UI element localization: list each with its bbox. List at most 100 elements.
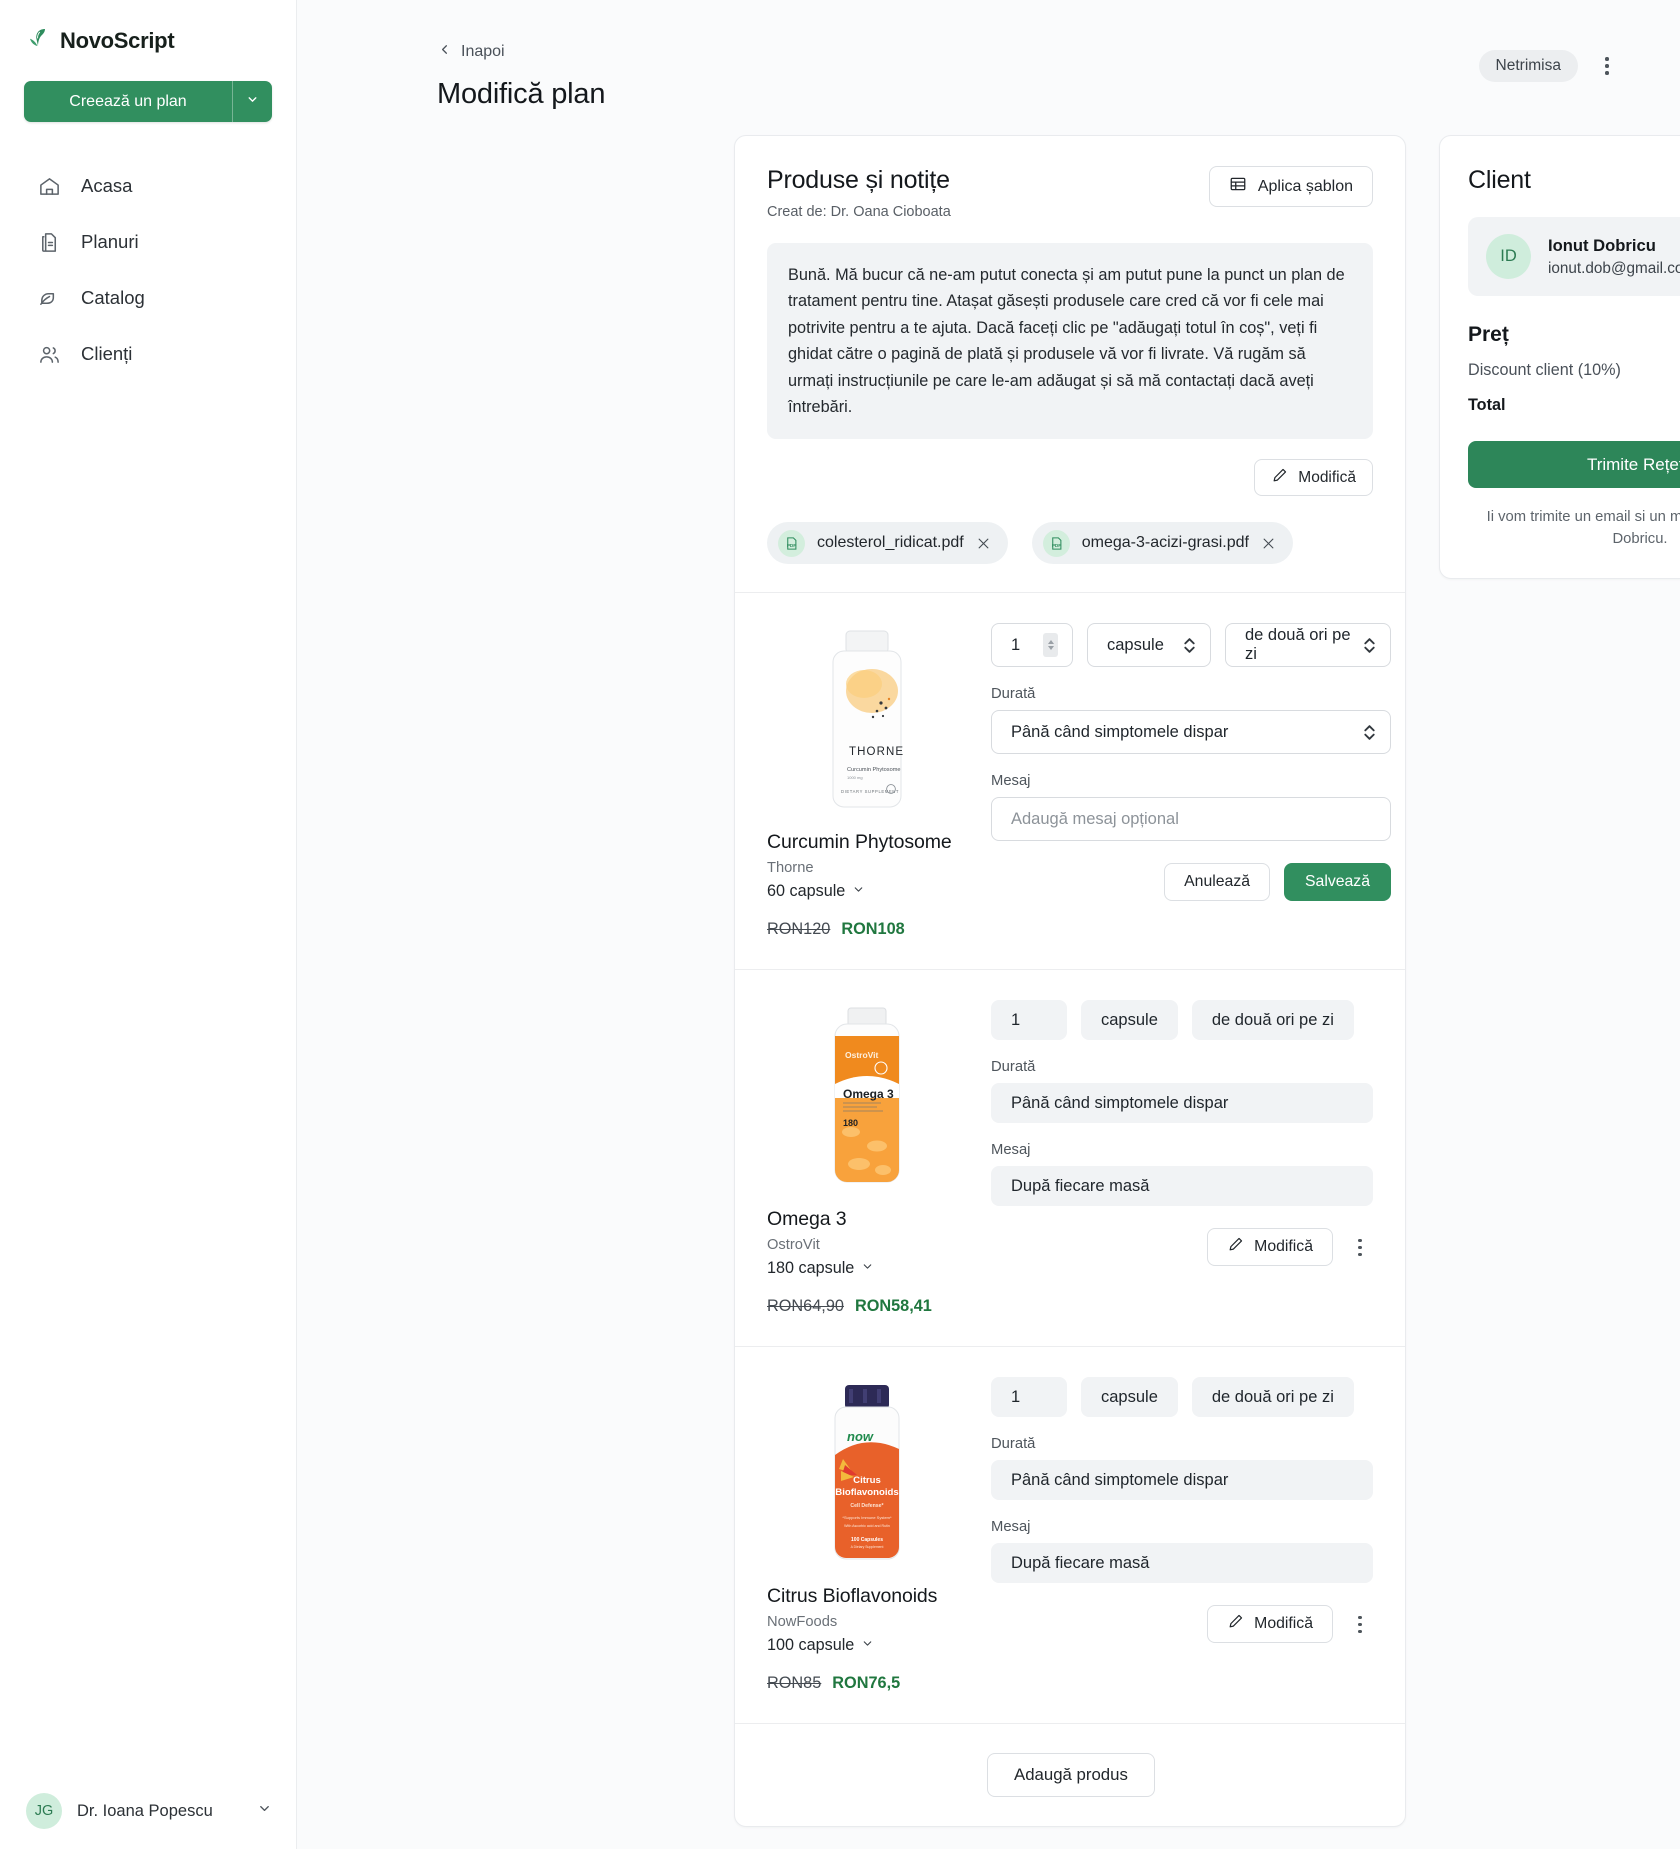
product-dosage-form: 1 capsule de două ori pe zi Durată Până … [991, 623, 1391, 939]
duration-label: Durată [991, 1436, 1036, 1453]
product-dosage-form: 1 capsule de două ori pe zi Durată Până … [991, 1000, 1373, 1316]
table-icon [1229, 175, 1247, 198]
brand: NovoScript [0, 0, 296, 55]
edit-notes-button[interactable]: Modifică [1254, 459, 1373, 497]
discount-label: Discount client (10%) [1468, 361, 1621, 379]
sidebar-item-clienti[interactable]: Clienți [0, 326, 296, 382]
price-discounted: RON108 [841, 920, 905, 939]
notes-header: Produse și notițe Creat de: Dr. Oana Cio… [767, 166, 1373, 220]
attachment-chip[interactable]: PDF colesterol_ridicat.pdf [767, 522, 1008, 565]
send-prescription-button[interactable]: Trimite Rețeta [1468, 441, 1680, 488]
cancel-button[interactable]: Anulează [1164, 863, 1270, 902]
add-product-section: Adaugă produs [735, 1724, 1405, 1826]
create-plan-group: Creează un plan [24, 81, 272, 122]
product-size-selector[interactable]: 180 capsule [767, 1259, 967, 1278]
apply-template-button[interactable]: Aplica șablon [1208, 166, 1373, 207]
notes-created-by: Creat de: Dr. Oana Cioboata [767, 204, 951, 220]
notes-section: Produse și notițe Creat de: Dr. Oana Cio… [735, 136, 1405, 594]
page-title: Modifică plan [437, 78, 606, 110]
product-info: THORNE Curcumin Phytosome 1000 mg DIETAR… [767, 623, 967, 939]
product-info: OstroVit Omega 3 180 Omega 3 OstroVit 18… [767, 1000, 967, 1316]
frequency-select[interactable]: de două ori pe zi [1225, 623, 1391, 668]
svg-text:A Dietary Supplement: A Dietary Supplement [851, 1545, 884, 1549]
sidebar-nav: Acasa Planuri Catalog Clienți [0, 158, 296, 382]
product-image: THORNE Curcumin Phytosome 1000 mg DIETAR… [767, 623, 967, 811]
product-image: OstroVit Omega 3 180 [767, 1000, 967, 1188]
chevron-down-icon [861, 1636, 874, 1655]
edit-product-label: Modifică [1254, 1238, 1313, 1256]
quantity-value: 1 [1011, 1387, 1021, 1406]
back-link[interactable]: Inapoi [437, 42, 1479, 62]
duration-select[interactable]: Până când simptomele dispar [991, 710, 1391, 755]
edit-product-button[interactable]: Modifică [1207, 1605, 1333, 1644]
sidebar-item-planuri[interactable]: Planuri [0, 214, 296, 270]
product-row: OstroVit Omega 3 180 Omega 3 OstroVit 18… [735, 970, 1405, 1348]
product-size: 60 capsule [767, 882, 846, 901]
price-original: RON120 [767, 920, 831, 939]
product-price: RON64,90 RON58,41 [767, 1297, 967, 1316]
sidebar-item-catalog[interactable]: Catalog [0, 270, 296, 326]
product-size: 180 capsule [767, 1259, 855, 1278]
kebab-menu-icon[interactable] [1594, 51, 1620, 81]
notes-body: Bună. Mă bucur că ne-am putut conecta și… [767, 243, 1373, 440]
pdf-icon: PDF [1042, 529, 1070, 557]
kebab-menu-icon[interactable] [1347, 1610, 1373, 1640]
frequency-value: de două ori pe zi [1211, 1387, 1334, 1406]
dosage-row: 1 capsule de două ori pe zi [991, 1377, 1373, 1418]
discount-row: Discount client (10%) -RON24,21 [1468, 361, 1680, 380]
avatar: JG [26, 1793, 62, 1829]
create-plan-dropdown-toggle[interactable] [232, 81, 272, 122]
attachment-name: omega-3-acizi-grasi.pdf [1081, 534, 1249, 552]
close-icon[interactable] [976, 536, 991, 551]
svg-text:Curcumin Phytosome: Curcumin Phytosome [847, 767, 900, 773]
duration-label: Durată [991, 686, 1036, 703]
send-note: Ii vom trimite un email si un mesaj text… [1486, 509, 1680, 548]
stepper-up-down-icon[interactable] [1043, 633, 1058, 658]
status-badge: Netrimisa [1478, 50, 1578, 82]
svg-text:With Ascorbic acid and Rutin: With Ascorbic acid and Rutin [844, 1524, 890, 1528]
duration-value: Până când simptomele dispar [1011, 1470, 1229, 1489]
total-label: Total [1468, 396, 1506, 414]
client-column: Client ID Ionut Dobricu ionut.dob@gmail.… [1439, 135, 1680, 1827]
product-size-selector[interactable]: 100 capsule [767, 1636, 967, 1655]
message-input[interactable]: Adaugă mesaj opțional [991, 797, 1391, 842]
quantity-display: 1 [991, 1000, 1067, 1041]
client-summary[interactable]: ID Ionut Dobricu ionut.dob@gmail.com [1468, 217, 1680, 296]
price-original: RON85 [767, 1674, 822, 1693]
create-plan-button[interactable]: Creează un plan [24, 81, 232, 122]
message-display: După fiecare masă [991, 1543, 1373, 1584]
message-placeholder: Adaugă mesaj opțional [1011, 809, 1179, 828]
svg-text:OstroVit: OstroVit [845, 1050, 879, 1060]
main-content: Inapoi Modifică plan Netrimisa Produse ș… [297, 0, 1680, 1849]
save-button[interactable]: Salvează [1284, 863, 1391, 902]
product-brand: OstroVit [767, 1237, 820, 1254]
edit-product-button[interactable]: Modifică [1207, 1228, 1333, 1267]
sidebar-item-acasa[interactable]: Acasa [0, 158, 296, 214]
close-icon[interactable] [1261, 536, 1276, 551]
kebab-menu-icon[interactable] [1347, 1233, 1373, 1263]
chevron-up-down-icon [1173, 636, 1196, 655]
unit-select[interactable]: capsule [1087, 623, 1211, 668]
frequency-value: de două ori pe zi [1245, 626, 1351, 664]
quantity-stepper[interactable]: 1 [991, 623, 1073, 668]
profile-menu[interactable]: JG Dr. Ioana Popescu [0, 1773, 296, 1849]
svg-text:Citrus: Citrus [853, 1475, 881, 1486]
svg-text:Bioflavonoids: Bioflavonoids [835, 1487, 898, 1498]
product-row: THORNE Curcumin Phytosome 1000 mg DIETAR… [735, 593, 1405, 971]
svg-text:PDF: PDF [1052, 543, 1061, 548]
price-discounted: RON58,41 [854, 1297, 932, 1316]
product-name: Curcumin Phytosome [767, 831, 952, 854]
unit-value: capsule [1101, 1010, 1158, 1029]
chevron-left-icon [437, 42, 452, 62]
client-card: Client ID Ionut Dobricu ionut.dob@gmail.… [1439, 135, 1680, 580]
product-price: RON120 RON108 [767, 920, 967, 939]
app-root: NovoScript Creează un plan Acasa Planuri… [0, 0, 1680, 1849]
pdf-icon: PDF [778, 529, 805, 557]
product-size-selector[interactable]: 60 capsule [767, 882, 967, 901]
attachment-chip[interactable]: PDF omega-3-acizi-grasi.pdf [1031, 522, 1293, 565]
sidebar-item-label: Acasa [81, 175, 133, 196]
add-product-button[interactable]: Adaugă produs [987, 1753, 1155, 1798]
breadcrumb: Inapoi Modifică plan [437, 42, 1479, 111]
brand-name: NovoScript [60, 27, 175, 53]
content-columns: Produse și notițe Creat de: Dr. Oana Cio… [297, 111, 1680, 1828]
